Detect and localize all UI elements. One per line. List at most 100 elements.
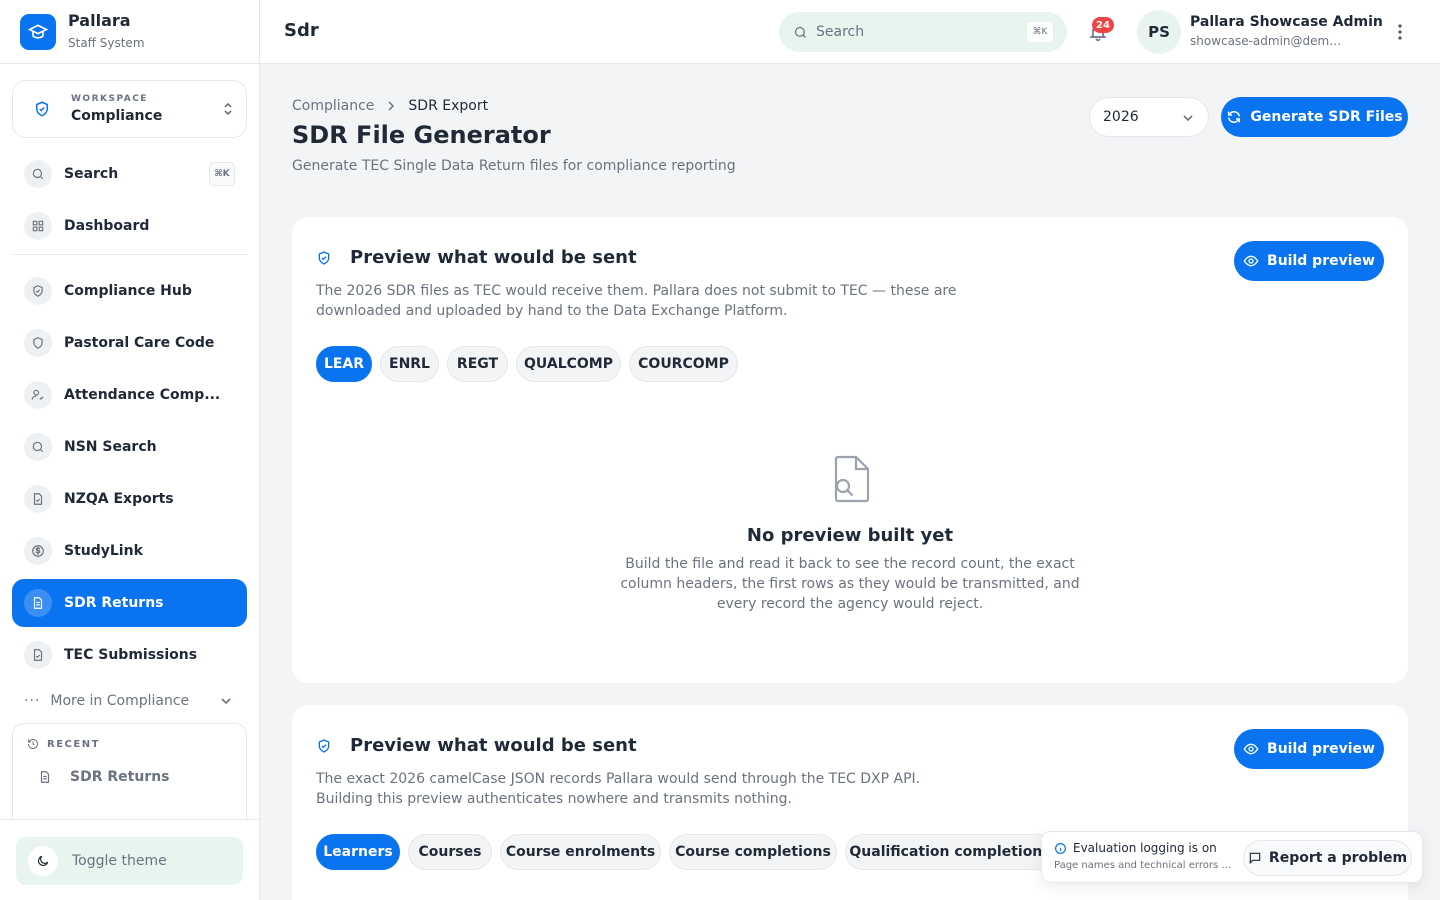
sidebar: Pallara Staff System WORKSPACE Complianc… bbox=[0, 0, 260, 900]
search-input[interactable]: Search ⌘K bbox=[779, 12, 1067, 52]
top-header: Sdr Search ⌘K 24 PS Pallara Showcase Adm… bbox=[260, 0, 1440, 64]
history-icon bbox=[28, 739, 38, 749]
sidebar-item-label: Pastoral Care Code bbox=[64, 335, 215, 351]
sidebar-item-label: Compliance Hub bbox=[64, 283, 192, 299]
empty-description: Build the file and read it back to see t… bbox=[620, 556, 1080, 612]
sidebar-footer: Toggle theme bbox=[0, 819, 259, 900]
search-icon bbox=[794, 26, 806, 38]
toast-description: Page names and technical errors are reco… bbox=[1054, 860, 1234, 871]
toast-title: Evaluation logging is on bbox=[1054, 841, 1217, 855]
workspace-name: Compliance bbox=[71, 108, 163, 124]
grid-icon bbox=[24, 212, 52, 240]
build-preview-button[interactable]: Build preview bbox=[1234, 241, 1384, 281]
workspace-switcher[interactable]: WORKSPACE Compliance bbox=[12, 80, 247, 138]
sidebar-item-label: StudyLink bbox=[64, 543, 143, 559]
dollar-icon bbox=[24, 537, 52, 565]
sidebar-item-studylink[interactable]: StudyLink bbox=[12, 527, 247, 575]
sidebar-search-label: Search bbox=[64, 166, 119, 182]
sidebar-item-label: TEC Submissions bbox=[64, 647, 198, 663]
notification-badge: 24 bbox=[1092, 17, 1114, 33]
sidebar-item-sdr-returns[interactable]: SDR Returns bbox=[12, 579, 247, 627]
message-icon bbox=[1249, 852, 1261, 865]
card-description: The exact 2026 camelCase JSON records Pa… bbox=[316, 771, 921, 807]
file-check-icon bbox=[24, 641, 52, 669]
card-description: The 2026 SDR files as TEC would receive … bbox=[316, 283, 957, 319]
more-in-compliance[interactable]: ··· More in Compliance bbox=[24, 689, 236, 713]
brand-name: Pallara bbox=[68, 11, 131, 30]
sidebar-search[interactable]: Search ⌘K bbox=[12, 150, 247, 198]
sidebar-item-compliance-hub[interactable]: Compliance Hub bbox=[12, 267, 247, 315]
workspace-label: WORKSPACE bbox=[71, 94, 148, 104]
search-icon bbox=[24, 433, 52, 461]
toggle-theme-button[interactable]: Toggle theme bbox=[16, 837, 243, 885]
more-label: More in Compliance bbox=[50, 693, 190, 709]
evaluation-toast: Evaluation logging is on Page names and … bbox=[1041, 831, 1423, 883]
avatar[interactable]: PS bbox=[1137, 10, 1181, 54]
tab-qualcomp[interactable]: QUALCOMP bbox=[516, 346, 621, 382]
sidebar-item-tec-submissions[interactable]: TEC Submissions bbox=[12, 631, 247, 679]
sidebar-item-label: Dashboard bbox=[64, 218, 150, 234]
card-title: Preview what would be sent bbox=[316, 247, 637, 268]
tab-courses[interactable]: Courses bbox=[408, 834, 492, 870]
header-title: Sdr bbox=[284, 20, 319, 41]
sidebar-item-label: Attendance Comp... bbox=[64, 387, 221, 403]
refresh-icon bbox=[1228, 111, 1241, 123]
tab-lear[interactable]: LEAR bbox=[316, 346, 372, 382]
empty-state: No preview built yet Build the file and … bbox=[292, 455, 1408, 614]
shield-icon bbox=[24, 277, 52, 305]
user-email: showcase-admin@demo.pallara.nz bbox=[1190, 34, 1348, 48]
page-title: SDR File Generator bbox=[292, 121, 551, 149]
breadcrumb-item[interactable]: Compliance bbox=[292, 98, 374, 114]
tab-regt[interactable]: REGT bbox=[447, 346, 508, 382]
divider bbox=[12, 254, 247, 255]
sidebar-item-label: SDR Returns bbox=[64, 595, 164, 611]
tab-course-enrolments[interactable]: Course enrolments bbox=[500, 834, 661, 870]
generate-sdr-button[interactable]: Generate SDR Files bbox=[1221, 97, 1408, 137]
breadcrumb-current: SDR Export bbox=[408, 98, 489, 114]
file-text-icon bbox=[40, 771, 50, 783]
shortcut-badge: ⌘K bbox=[209, 162, 235, 186]
shortcut-badge: ⌘K bbox=[1027, 22, 1053, 42]
user-name: Pallara Showcase Admin bbox=[1190, 14, 1383, 30]
shield-check-icon bbox=[318, 738, 330, 753]
breadcrumb: Compliance SDR Export bbox=[292, 98, 488, 114]
shield-check-icon bbox=[36, 101, 48, 117]
search-placeholder: Search bbox=[816, 24, 865, 40]
sidebar-item-label: NSN Search bbox=[64, 439, 157, 455]
sidebar-item-label: NZQA Exports bbox=[64, 491, 174, 507]
tab-learners[interactable]: Learners bbox=[316, 834, 400, 870]
recent-label: RECENT bbox=[27, 738, 100, 750]
moon-icon bbox=[28, 846, 58, 876]
brand-subtitle: Staff System bbox=[68, 36, 145, 50]
sidebar-item-nsn-search[interactable]: NSN Search bbox=[12, 423, 247, 471]
eye-icon bbox=[1243, 743, 1259, 755]
user-check-icon bbox=[24, 381, 52, 409]
more-vertical-icon[interactable] bbox=[1392, 22, 1408, 42]
build-preview-button[interactable]: Build preview bbox=[1234, 729, 1384, 769]
info-icon bbox=[1055, 842, 1066, 854]
preview-card-files: Preview what would be sent The 2026 SDR … bbox=[292, 217, 1408, 683]
chevron-down-icon bbox=[221, 698, 231, 705]
sidebar-item-dashboard[interactable]: Dashboard bbox=[12, 202, 247, 250]
empty-title: No preview built yet bbox=[746, 525, 954, 546]
sidebar-item-nzqa-exports[interactable]: NZQA Exports bbox=[12, 475, 247, 523]
file-check-icon bbox=[24, 485, 52, 513]
sidebar-item-pastoral-care[interactable]: Pastoral Care Code bbox=[12, 319, 247, 367]
shield-outline-icon bbox=[24, 329, 52, 357]
tab-enrl[interactable]: ENRL bbox=[380, 346, 439, 382]
graduation-cap-icon bbox=[20, 13, 56, 50]
chevron-right-icon bbox=[388, 101, 395, 111]
report-problem-button[interactable]: Report a problem bbox=[1243, 840, 1412, 876]
tab-qualification-completions[interactable]: Qualification completions bbox=[845, 834, 1055, 870]
year-select[interactable]: 2026 bbox=[1089, 97, 1209, 137]
recent-panel: RECENT SDR Returns bbox=[12, 723, 247, 823]
eye-icon bbox=[1243, 255, 1259, 267]
file-text-icon bbox=[24, 589, 52, 617]
tab-course-completions[interactable]: Course completions bbox=[669, 834, 837, 870]
recent-item[interactable]: SDR Returns bbox=[38, 769, 170, 785]
file-search-icon bbox=[834, 455, 870, 503]
sidebar-item-attendance[interactable]: Attendance Comp... bbox=[12, 371, 247, 419]
brand: Pallara Staff System bbox=[0, 0, 259, 64]
search-icon bbox=[24, 160, 52, 188]
tab-courcomp[interactable]: COURCOMP bbox=[629, 346, 738, 382]
